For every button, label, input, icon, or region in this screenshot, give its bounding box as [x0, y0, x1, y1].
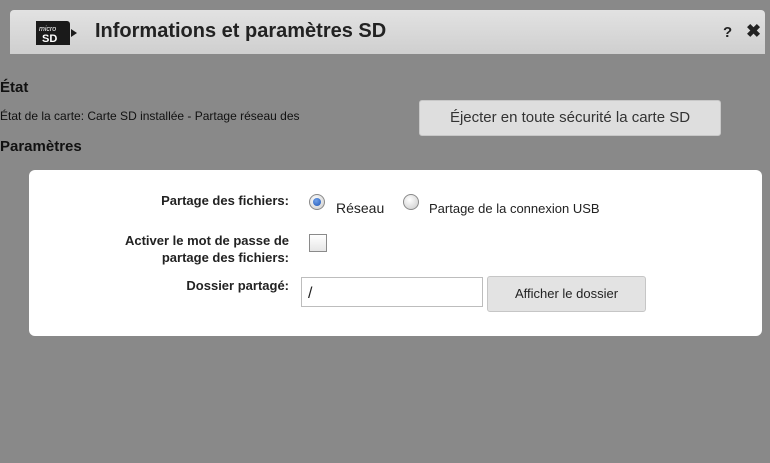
password-enable-checkbox[interactable]: [309, 234, 327, 252]
radio-reseau[interactable]: [309, 194, 325, 210]
shared-folder-label: Dossier partagé:: [186, 278, 289, 293]
shared-folder-input[interactable]: [301, 277, 483, 307]
section-heading-etat: État: [0, 79, 29, 96]
radio-reseau-label[interactable]: Réseau: [336, 200, 384, 216]
close-button[interactable]: ✖: [746, 21, 761, 42]
eject-sd-button[interactable]: Éjecter en toute sécurité la carte SD: [419, 100, 721, 136]
sd-settings-dialog: micro SD Informations et paramètres SD ?…: [0, 0, 770, 463]
password-label-line2: partage des fichiers:: [161, 250, 289, 265]
section-heading-parametres: Paramètres: [0, 138, 82, 155]
radio-usb-sharing[interactable]: [403, 194, 419, 210]
svg-text:SD: SD: [42, 33, 57, 45]
settings-panel: Partage des fichiers: Réseau Partage de …: [29, 170, 762, 336]
svg-text:micro: micro: [39, 26, 56, 33]
dialog-titlebar: micro SD Informations et paramètres SD ?…: [10, 10, 765, 54]
microsd-card-icon: micro SD: [34, 19, 78, 47]
dialog-title: Informations et paramètres SD: [95, 20, 387, 42]
help-button[interactable]: ?: [723, 24, 732, 41]
radio-usb-sharing-label[interactable]: Partage de la connexion USB: [429, 201, 600, 216]
show-folder-button[interactable]: Afficher le dossier: [487, 276, 646, 312]
file-sharing-label: Partage des fichiers:: [161, 193, 289, 208]
card-status-text: État de la carte: Carte SD installée - P…: [0, 109, 300, 123]
password-sharing-label: Activer le mot de passe de partage des f…: [29, 232, 289, 266]
password-label-line1: Activer le mot de passe de: [124, 233, 289, 248]
